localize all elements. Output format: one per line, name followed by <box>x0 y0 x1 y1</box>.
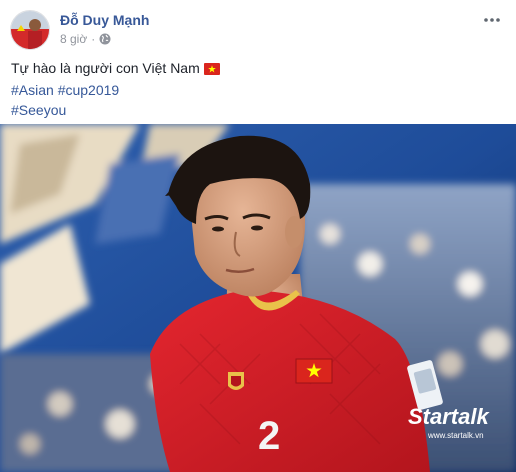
team-crest <box>228 372 244 390</box>
post-caption: Tự hào là người con Việt Nam <box>11 60 200 76</box>
watermark-brand: Startalk <box>408 404 490 429</box>
globe-icon[interactable] <box>99 33 111 45</box>
more-options-icon[interactable] <box>480 8 504 32</box>
post-photo[interactable]: 2 Startalk www.startalk.vn <box>0 124 516 472</box>
hashtag-line-1[interactable]: #Asian #cup2019 <box>11 80 505 100</box>
flag-vietnam-icon <box>203 60 220 80</box>
author-name[interactable]: Đỗ Duy Mạnh <box>60 12 149 28</box>
post-timestamp[interactable]: 8 giờ <box>60 32 87 46</box>
facebook-post: Đỗ Duy Mạnh 8 giờ · Tự hào là người con … <box>0 0 516 472</box>
post-header: Đỗ Duy Mạnh 8 giờ · <box>10 8 506 52</box>
hashtag-line-2[interactable]: #Seeyou <box>11 100 505 120</box>
post-text: Tự hào là người con Việt Nam #Asian #cup… <box>11 58 505 120</box>
shirt-number: 2 <box>258 414 280 458</box>
post-meta: 8 giờ · <box>60 32 111 46</box>
chest-flag <box>295 358 333 384</box>
post-caption-line: Tự hào là người con Việt Nam <box>11 58 505 80</box>
meta-separator: · <box>91 32 96 46</box>
avatar[interactable] <box>10 10 50 50</box>
watermark-url: www.startalk.vn <box>427 431 484 440</box>
